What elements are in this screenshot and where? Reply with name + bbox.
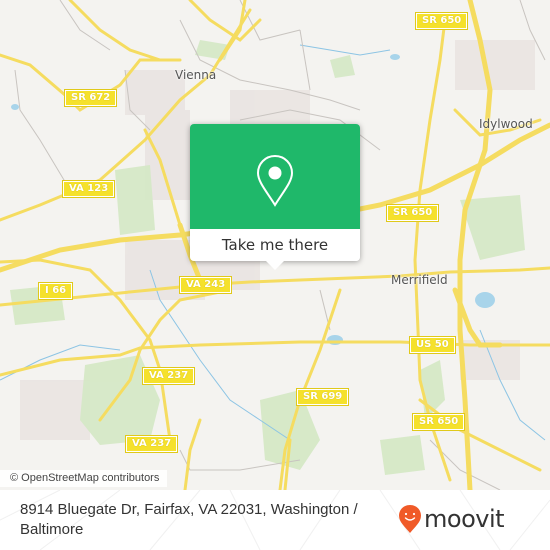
route-shield-sr650-low: SR 650	[411, 413, 466, 431]
route-shield-sr650-top: SR 650	[414, 12, 469, 30]
route-shield-i66: I 66	[37, 282, 74, 300]
footer: 8914 Bluegate Dr, Fairfax, VA 22031, Was…	[0, 490, 550, 550]
moovit-logo[interactable]: moovit	[398, 504, 505, 534]
popup-pointer	[266, 261, 284, 270]
route-shield-sr672: SR 672	[63, 89, 118, 107]
map-pin-icon	[256, 154, 294, 207]
route-shield-va237-a: VA 237	[141, 367, 196, 385]
place-label-merrifield: Merrifield	[391, 273, 448, 287]
route-shield-va237-b: VA 237	[124, 435, 179, 453]
map[interactable]: Vienna Idylwood Merrifield SR 672 VA 123…	[0, 0, 550, 490]
route-shield-sr650-mid: SR 650	[385, 204, 440, 222]
place-label-vienna: Vienna	[175, 68, 217, 82]
address-text: 8914 Bluegate Dr, Fairfax, VA 22031, Was…	[20, 501, 358, 538]
map-attribution[interactable]: © OpenStreetMap contributors	[0, 470, 168, 487]
moovit-pin-icon	[399, 505, 421, 533]
place-label-idylwood: Idylwood	[479, 117, 533, 131]
moovit-wordmark: moovit	[424, 505, 505, 533]
route-shield-va123: VA 123	[61, 180, 116, 198]
location-popup[interactable]: Take me there	[190, 124, 360, 270]
route-shield-va243: VA 243	[178, 276, 233, 294]
route-shield-us50: US 50	[409, 336, 456, 354]
take-me-there-button[interactable]: Take me there	[190, 229, 360, 261]
route-shield-sr699: SR 699	[295, 388, 350, 406]
popup-header	[190, 124, 360, 229]
